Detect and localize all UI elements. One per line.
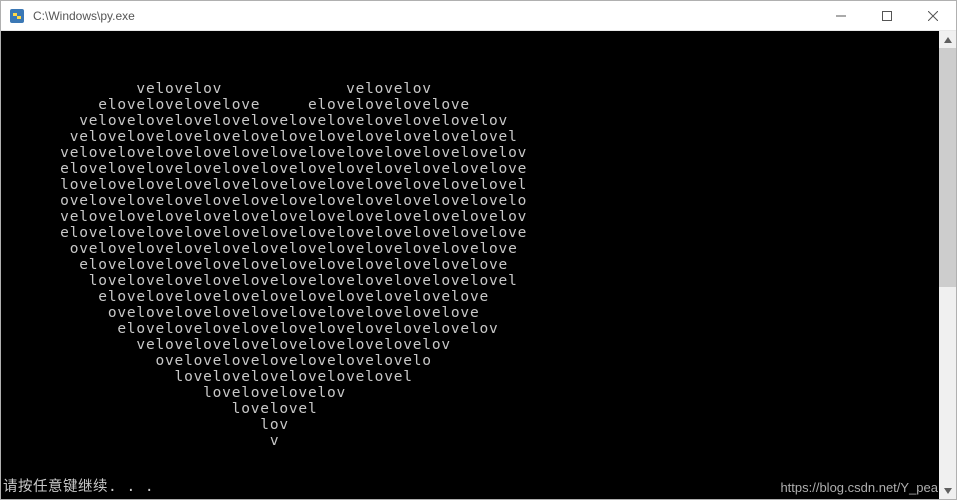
maximize-button[interactable]	[864, 1, 910, 31]
scroll-up-button[interactable]	[939, 31, 956, 48]
app-icon	[9, 8, 25, 24]
press-any-key-prompt: 请按任意键继续. . .	[3, 479, 154, 495]
app-window: C:\Windows\py.exe velovelov velovelov el…	[0, 0, 957, 500]
client-area: velovelov velovelov elovelovelovelove el…	[1, 31, 956, 499]
watermark-text: https://blog.csdn.net/Y_pea	[780, 480, 938, 495]
scrollbar-thumb[interactable]	[939, 48, 956, 287]
console-text: velovelov velovelov elovelovelovelove el…	[3, 65, 939, 449]
titlebar[interactable]: C:\Windows\py.exe	[1, 1, 956, 31]
close-button[interactable]	[910, 1, 956, 31]
window-title: C:\Windows\py.exe	[31, 9, 818, 23]
vertical-scrollbar[interactable]	[939, 31, 956, 499]
minimize-button[interactable]	[818, 1, 864, 31]
scroll-down-button[interactable]	[939, 482, 956, 499]
console-output[interactable]: velovelov velovelov elovelovelovelove el…	[1, 31, 939, 499]
scrollbar-track[interactable]	[939, 48, 956, 482]
